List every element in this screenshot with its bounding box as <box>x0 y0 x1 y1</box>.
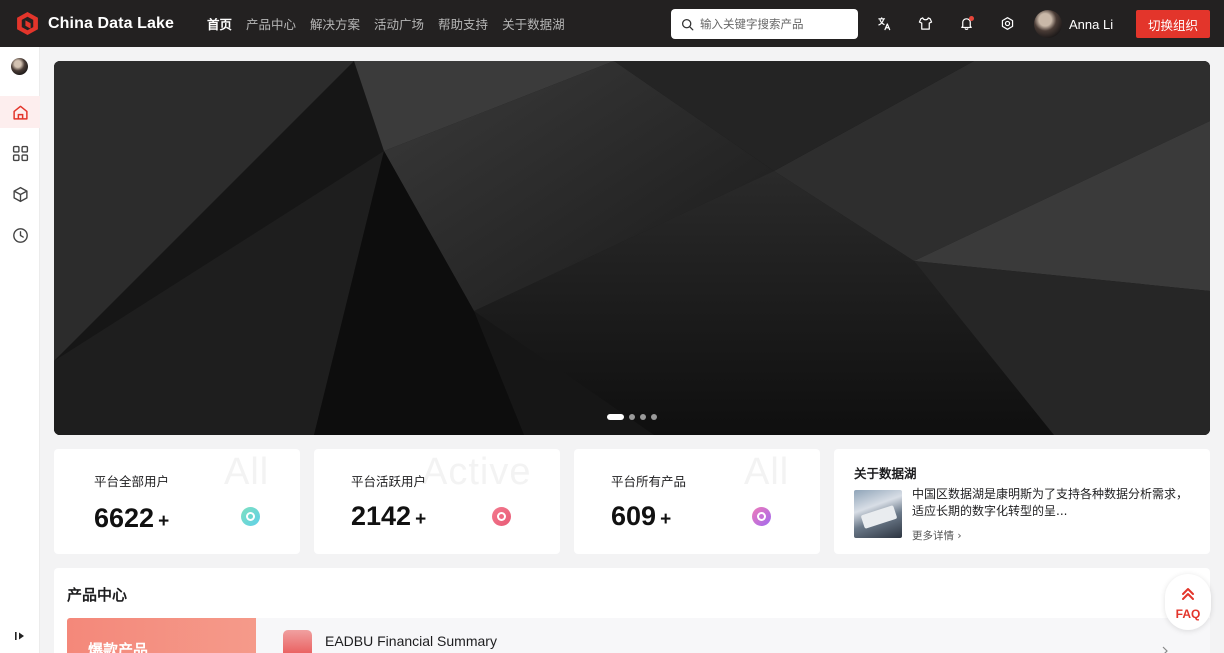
stat-card-all-products: All 平台所有产品 609 + <box>574 449 820 554</box>
card-watermark: All <box>224 451 270 493</box>
stat-card-active-users: Active 平台活跃用户 2142 + <box>314 449 560 554</box>
carousel-dot[interactable] <box>640 414 646 420</box>
carousel-dot[interactable] <box>629 414 635 420</box>
stat-indicator-icon <box>241 507 260 526</box>
card-watermark: All <box>744 451 790 493</box>
clock-icon <box>12 227 28 243</box>
cube-icon <box>12 186 28 202</box>
sidebar-item-home[interactable] <box>0 96 40 128</box>
sidebar-avatar[interactable] <box>11 58 28 75</box>
stat-value: 2142 + <box>351 501 427 531</box>
shirt-icon <box>918 17 933 30</box>
product-center: 产品中心 爆款产品 EADBU Financial Summary <box>54 568 1210 653</box>
translate-button[interactable] <box>876 15 893 32</box>
home-icon <box>12 105 28 120</box>
hero-banner[interactable] <box>54 61 1210 435</box>
search-icon <box>681 18 694 30</box>
sidebar-item-apps[interactable] <box>0 137 40 169</box>
translate-icon <box>878 17 891 31</box>
switch-organization-button[interactable]: 切换组织 <box>1136 10 1210 38</box>
stat-label: 平台全部用户 <box>94 474 170 489</box>
product-name: EADBU Financial Summary <box>325 633 497 649</box>
stat-label: 平台活跃用户 <box>351 474 427 489</box>
search-input[interactable] <box>700 17 850 31</box>
chevron-right-icon <box>1162 646 1168 653</box>
about-description: 中国区数据湖是康明斯为了支持各种数据分析需求，适应长期的数字化转型的呈... <box>912 487 1189 518</box>
stat-indicator-icon <box>492 507 511 526</box>
about-thumbnail[interactable] <box>854 490 902 538</box>
carousel-indicators <box>607 414 662 420</box>
stat-card-all-users: All 平台全部用户 6622 + <box>54 449 300 554</box>
section-title: 产品中心 <box>67 586 128 604</box>
nav-item-products[interactable]: 产品中心 <box>246 14 296 33</box>
logo[interactable]: China Data Lake <box>15 11 174 36</box>
user-menu[interactable]: Anna Li <box>1034 10 1113 38</box>
main-nav: 首页 产品中心 解决方案 活动广场 帮助支持 关于数据湖 <box>207 14 579 33</box>
wardrobe-button[interactable] <box>917 15 934 32</box>
search-box[interactable] <box>671 9 858 39</box>
logo-icon <box>17 12 38 35</box>
app-title: China Data Lake <box>48 14 174 32</box>
stat-indicator-icon <box>752 507 771 526</box>
product-icon <box>283 630 312 653</box>
nav-item-home[interactable]: 首页 <box>207 14 232 33</box>
card-watermark: Active <box>422 451 532 493</box>
avatar <box>1034 10 1062 38</box>
faq-button[interactable]: FAQ <box>1165 574 1211 630</box>
nav-item-about[interactable]: 关于数据湖 <box>502 14 565 33</box>
notification-badge <box>969 16 974 21</box>
grid-icon <box>12 145 28 161</box>
nav-item-help[interactable]: 帮助支持 <box>438 14 488 33</box>
user-name: Anna Li <box>1069 16 1114 32</box>
product-list-item[interactable]: EADBU Financial Summary <box>256 618 1210 653</box>
hot-products-tab[interactable]: 爆款产品 <box>67 618 256 653</box>
nav-item-events[interactable]: 活动广场 <box>374 14 424 33</box>
sidebar-item-history[interactable] <box>0 219 40 251</box>
stat-value: 6622 + <box>94 503 170 533</box>
faq-label: FAQ <box>1175 607 1201 621</box>
top-navigation-bar: China Data Lake 首页 产品中心 解决方案 活动广场 帮助支持 关… <box>0 0 1224 47</box>
chevron-right-icon: › <box>957 530 962 542</box>
carousel-dot[interactable] <box>607 414 624 420</box>
nav-item-solutions[interactable]: 解决方案 <box>310 14 360 33</box>
about-title: 关于数据湖 <box>854 466 917 481</box>
stat-label: 平台所有产品 <box>611 474 687 489</box>
hot-products-label: 爆款产品 <box>88 641 149 653</box>
stat-value: 609 + <box>611 501 672 531</box>
about-card: 关于数据湖 中国区数据湖是康明斯为了支持各种数据分析需求，适应长期的数字化转型的… <box>834 449 1210 554</box>
sidebar-item-products[interactable] <box>0 178 40 210</box>
carousel-dot[interactable] <box>651 414 657 420</box>
more-details-link[interactable]: 更多详情 › <box>912 528 962 543</box>
banner-image <box>54 61 1210 435</box>
notifications-button[interactable] <box>958 15 975 32</box>
expand-sidebar-icon[interactable] <box>14 630 26 642</box>
double-chevron-up-icon <box>1182 588 1194 600</box>
settings-button[interactable] <box>999 15 1016 32</box>
sidebar <box>0 47 40 653</box>
settings-icon <box>1001 17 1014 30</box>
